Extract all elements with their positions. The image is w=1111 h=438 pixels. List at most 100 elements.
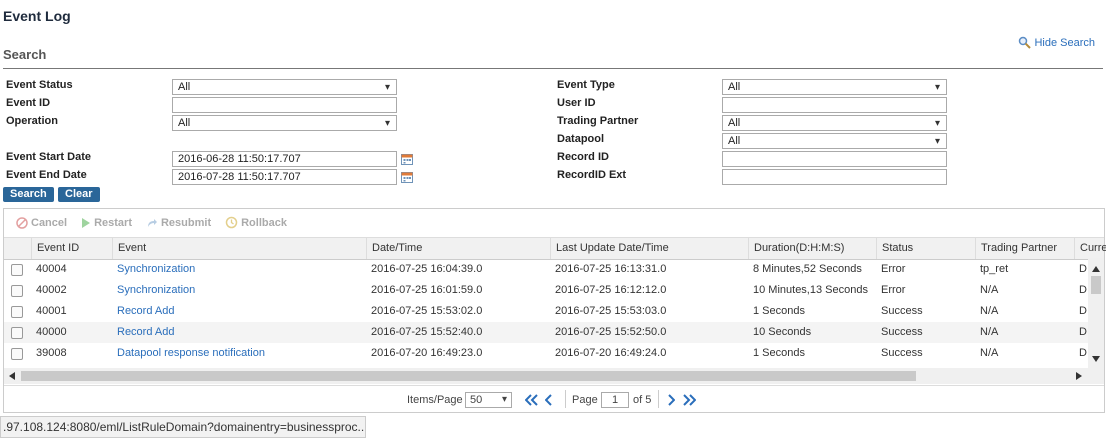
operation-value: All <box>178 117 191 129</box>
row-checkbox[interactable] <box>11 348 23 360</box>
browser-status-url: .97.108.124:8080/eml/ListRuleDomain?doma… <box>0 416 366 438</box>
column-header-duration[interactable]: Duration(D:H:M:S) <box>748 238 876 259</box>
event-id-cell: 39008 <box>36 347 67 359</box>
event-link[interactable]: Record Add <box>112 301 366 322</box>
hide-search-link[interactable]: Hide Search <box>1018 36 1095 49</box>
row-checkbox[interactable] <box>11 306 23 318</box>
rollback-icon <box>225 216 238 229</box>
cancel-icon <box>16 216 28 229</box>
scroll-left-icon[interactable] <box>9 372 15 380</box>
restart-label: Restart <box>94 216 132 229</box>
event-type-label: Event Type <box>557 79 615 91</box>
updated-cell: 2016-07-20 16:49:24.0 <box>555 347 667 359</box>
column-header-current[interactable]: Curre <box>1074 238 1106 259</box>
vertical-scroll-thumb[interactable] <box>1091 276 1101 294</box>
column-header-status[interactable]: Status <box>876 238 975 259</box>
pagination-bar: Items/Page 50 Page 1 of 5 <box>4 385 1104 413</box>
event-id-cell: 40000 <box>36 326 67 338</box>
trading-partner-select[interactable]: All <box>722 115 947 131</box>
restart-action[interactable]: Restart <box>81 217 132 229</box>
row-checkbox[interactable] <box>11 327 23 339</box>
event-status-value: All <box>178 81 191 93</box>
datapool-label: Datapool <box>557 133 605 145</box>
table-row[interactable]: 40000 Record Add 2016-07-25 15:52:40.0 2… <box>4 322 1088 343</box>
status-cell: Error <box>881 284 906 296</box>
items-per-page-select[interactable]: 50 <box>465 392 512 408</box>
calendar-icon[interactable] <box>401 153 413 165</box>
event-status-label: Event Status <box>6 79 73 91</box>
event-link[interactable]: Synchronization <box>112 280 366 301</box>
date-cell: 2016-07-25 16:01:59.0 <box>371 284 483 296</box>
partner-cell: N/A <box>980 347 999 359</box>
grid-toolbar: Cancel Restart Resubmit Rollback <box>4 209 1104 236</box>
rollback-action[interactable]: Rollback <box>225 216 287 229</box>
column-header-event-id[interactable]: Event ID <box>31 238 112 259</box>
status-cell: Error <box>881 263 906 275</box>
event-id-cell: 40001 <box>36 305 67 317</box>
trading-partner-value: All <box>728 117 741 129</box>
pager-divider <box>658 390 659 408</box>
grid-header: Event ID Event Date/Time Last Update Dat… <box>4 237 1106 260</box>
play-icon <box>82 217 91 228</box>
duration-cell: 1 Seconds <box>753 305 805 317</box>
items-per-page-value: 50 <box>470 394 483 406</box>
page-title: Event Log <box>3 8 71 24</box>
event-type-select[interactable]: All <box>722 79 947 95</box>
date-cell: 2016-07-20 16:49:23.0 <box>371 347 483 359</box>
event-link[interactable]: Synchronization <box>112 259 366 280</box>
cancel-action[interactable]: Cancel <box>16 217 67 229</box>
next-page-icon[interactable] <box>667 394 675 406</box>
event-status-select[interactable]: All <box>172 79 397 95</box>
updated-cell: 2016-07-25 15:53:03.0 <box>555 305 667 317</box>
page-number-input[interactable]: 1 <box>601 392 629 408</box>
page-count-label: of 5 <box>633 394 652 406</box>
column-header-trading-partner[interactable]: Trading Partner <box>975 238 1074 259</box>
event-id-cell: 40002 <box>36 284 67 296</box>
column-header-event[interactable]: Event <box>112 238 366 259</box>
record-id-input[interactable] <box>722 151 947 167</box>
datapool-select[interactable]: All <box>722 133 947 149</box>
column-header-date-time[interactable]: Date/Time <box>366 238 550 259</box>
horizontal-scroll-thumb[interactable] <box>21 371 916 381</box>
row-checkbox[interactable] <box>11 285 23 297</box>
record-id-ext-input[interactable] <box>722 169 947 185</box>
rollback-label: Rollback <box>241 216 287 229</box>
user-id-label: User ID <box>557 97 596 109</box>
search-button[interactable]: Search <box>3 187 54 202</box>
operation-select[interactable]: All <box>172 115 397 131</box>
end-date-input[interactable]: 2016-07-28 11:50:17.707 <box>172 169 397 185</box>
table-row[interactable]: 40004 Synchronization 2016-07-25 16:04:3… <box>4 259 1088 280</box>
duration-cell: 10 Minutes,13 Seconds <box>753 284 868 296</box>
status-cell: Success <box>881 347 923 359</box>
scroll-up-icon[interactable] <box>1092 266 1100 272</box>
datapool-value: All <box>728 135 741 147</box>
updated-cell: 2016-07-25 15:52:50.0 <box>555 326 667 338</box>
start-date-input[interactable]: 2016-06-28 11:50:17.707 <box>172 151 397 167</box>
duration-cell: 1 Seconds <box>753 347 805 359</box>
pager-divider <box>565 390 566 408</box>
calendar-icon[interactable] <box>401 171 413 183</box>
partner-cell: N/A <box>980 326 999 338</box>
end-date-label: Event End Date <box>6 169 87 181</box>
first-page-icon[interactable] <box>525 394 539 406</box>
scroll-down-icon[interactable] <box>1092 356 1100 362</box>
user-id-input[interactable] <box>722 97 947 113</box>
row-checkbox[interactable] <box>11 264 23 276</box>
prev-page-icon[interactable] <box>545 394 553 406</box>
horizontal-scrollbar[interactable] <box>4 368 1104 384</box>
last-page-icon[interactable] <box>682 394 696 406</box>
resubmit-action[interactable]: Resubmit <box>146 217 211 229</box>
scroll-right-icon[interactable] <box>1076 372 1082 380</box>
event-link[interactable]: Record Add <box>112 322 366 343</box>
clear-button[interactable]: Clear <box>58 187 100 202</box>
column-header-last-update[interactable]: Last Update Date/Time <box>550 238 748 259</box>
table-row[interactable]: 40001 Record Add 2016-07-25 15:53:02.0 2… <box>4 301 1088 322</box>
event-type-value: All <box>728 81 741 93</box>
table-row[interactable]: 40002 Synchronization 2016-07-25 16:01:5… <box>4 280 1088 301</box>
duration-cell: 10 Seconds <box>753 326 812 338</box>
table-row[interactable]: 39008 Datapool response notification 201… <box>4 343 1088 364</box>
date-cell: 2016-07-25 15:52:40.0 <box>371 326 483 338</box>
event-id-input[interactable] <box>172 97 397 113</box>
event-link[interactable]: Datapool response notification <box>112 343 366 364</box>
operation-label: Operation <box>6 115 58 127</box>
